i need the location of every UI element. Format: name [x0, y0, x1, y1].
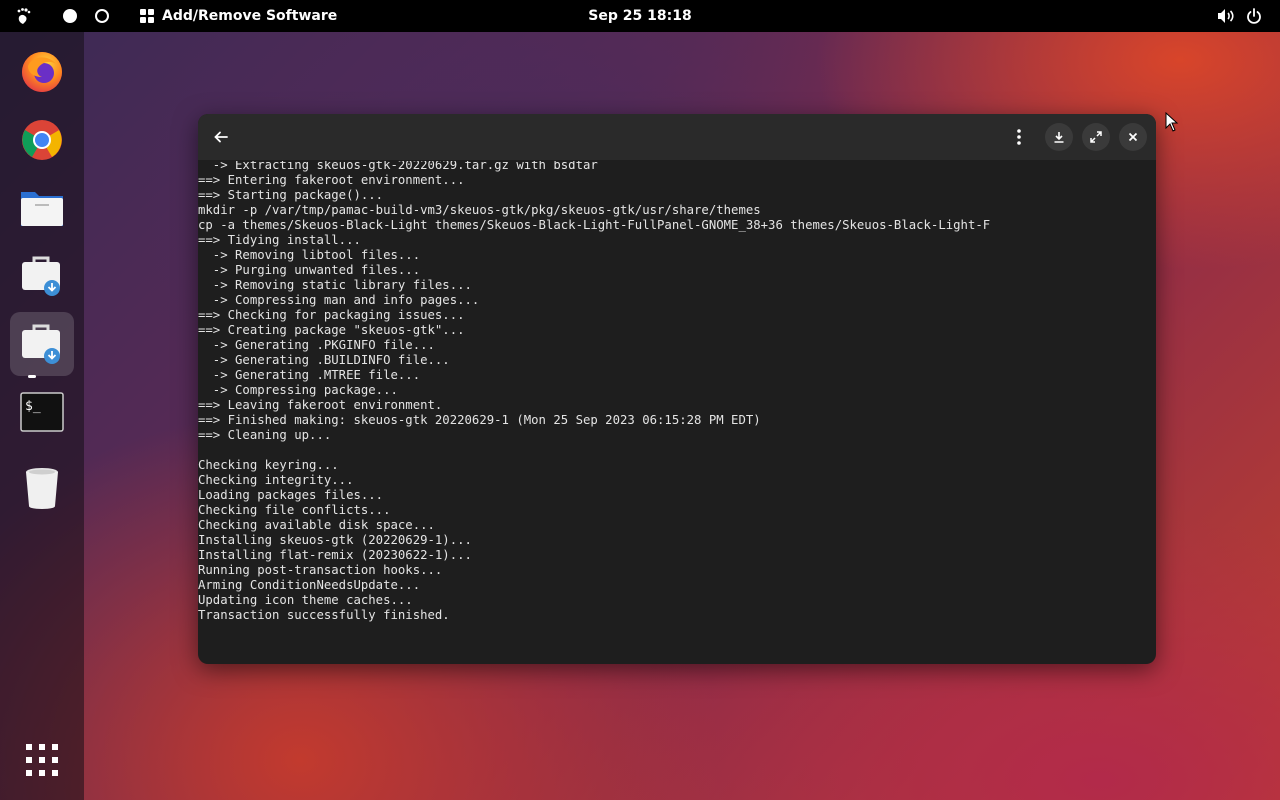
terminal-line: -> Generating .MTREE file... [198, 368, 421, 382]
app-menu-label: Add/Remove Software [162, 8, 338, 24]
terminal-line: Loading packages files... [198, 488, 384, 502]
terminal-line: ==> Creating package "skeuos-gtk"... [198, 323, 465, 337]
terminal-line: -> Compressing package... [198, 383, 398, 397]
add-remove-software-window: -> Extracting skeuos-gtk-20220629.tar.gz… [198, 114, 1156, 664]
terminal-line: -> Generating .PKGINFO file... [198, 338, 435, 352]
app-menu[interactable]: Add/Remove Software [140, 0, 337, 32]
running-indicator [28, 375, 36, 378]
files-icon[interactable] [10, 176, 74, 240]
fullscreen-icon[interactable] [1082, 123, 1110, 151]
terminal-line: ==> Cleaning up... [198, 428, 332, 442]
gnome-foot-icon[interactable] [14, 0, 40, 32]
terminal-line: cp -a themes/Skeuos-Black-Light themes/S… [198, 218, 991, 232]
app-menu-icon [140, 9, 154, 23]
terminal-line: Checking available disk space... [198, 518, 435, 532]
download-icon[interactable] [1045, 123, 1073, 151]
close-icon[interactable] [1119, 123, 1147, 151]
terminal-line: ==> Tidying install... [198, 233, 361, 247]
terminal-line: -> Generating .BUILDINFO file... [198, 353, 450, 367]
volume-icon[interactable] [1217, 0, 1235, 32]
terminal-line: Arming ConditionNeedsUpdate... [198, 578, 421, 592]
header-bar [198, 114, 1156, 160]
mouse-pointer-icon [1165, 111, 1179, 136]
terminal-line: mkdir -p /var/tmp/pamac-build-vm3/skeuos… [198, 203, 761, 217]
terminal-line: -> Removing static library files... [198, 278, 472, 292]
software-install-icon[interactable] [10, 244, 74, 308]
chrome-icon[interactable] [10, 108, 74, 172]
trash-icon[interactable] [10, 456, 74, 520]
terminal-line: Installing skeuos-gtk (20220629-1)... [198, 533, 472, 547]
power-icon[interactable] [1246, 0, 1262, 32]
workspace-indicator-active[interactable] [63, 0, 77, 32]
terminal-line: ==> Finished making: skeuos-gtk 20220629… [198, 413, 761, 427]
add-remove-software-icon[interactable] [10, 312, 74, 376]
back-arrow-icon[interactable] [207, 123, 235, 151]
terminal-line: Updating icon theme caches... [198, 593, 413, 607]
terminal-line: -> Extracting skeuos-gtk-20220629.tar.gz… [198, 161, 598, 172]
terminal-line: ==> Entering fakeroot environment... [198, 173, 465, 187]
kebab-menu-icon[interactable] [1005, 123, 1033, 151]
terminal-line: Checking keyring... [198, 458, 339, 472]
terminal-line: Running post-transaction hooks... [198, 563, 443, 577]
terminal-line: Checking file conflicts... [198, 503, 391, 517]
terminal-line: -> Compressing man and info pages... [198, 293, 480, 307]
terminal-output[interactable]: -> Extracting skeuos-gtk-20220629.tar.gz… [198, 161, 1156, 661]
top-bar: Add/Remove Software Sep 25 18:18 [0, 0, 1280, 32]
terminal-icon[interactable]: $_ [10, 380, 74, 444]
svg-text:$_: $_ [25, 399, 41, 414]
workspace-indicator[interactable] [95, 0, 109, 32]
terminal-line: Checking integrity... [198, 473, 354, 487]
terminal-line: Installing flat-remix (20230622-1)... [198, 548, 472, 562]
terminal-line: ==> Starting package()... [198, 188, 384, 202]
terminal-line: -> Purging unwanted files... [198, 263, 421, 277]
terminal-line: Transaction successfully finished. [198, 608, 450, 622]
terminal-line: ==> Leaving fakeroot environment. [198, 398, 443, 412]
dash-dock: $_ [0, 32, 84, 800]
firefox-icon[interactable] [10, 40, 74, 104]
terminal-line: -> Removing libtool files... [198, 248, 421, 262]
app-grid-icon[interactable] [10, 728, 74, 792]
clock[interactable]: Sep 25 18:18 [588, 8, 691, 24]
terminal-line: ==> Checking for packaging issues... [198, 308, 465, 322]
